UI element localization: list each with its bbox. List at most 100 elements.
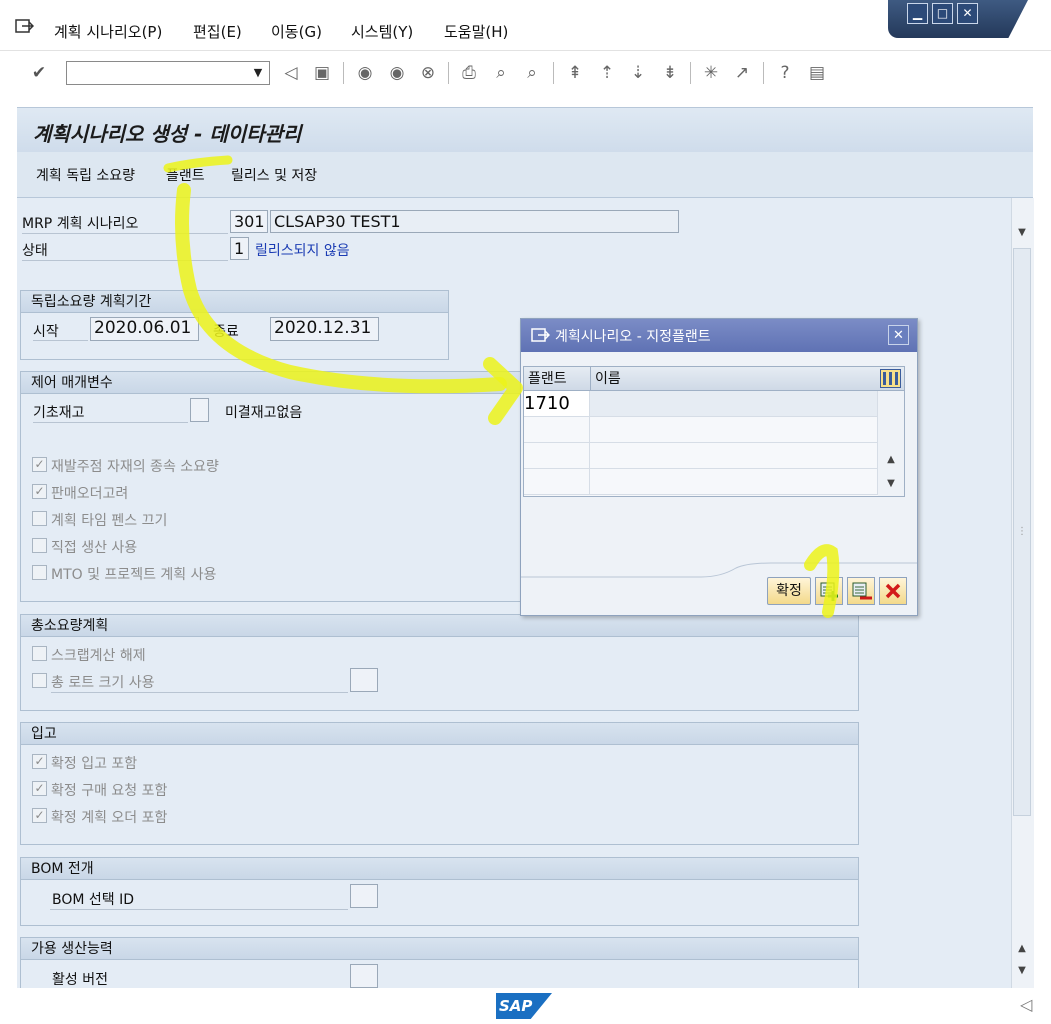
layout-menu-icon[interactable]: ▤ [806,62,828,84]
table-cell-name [590,391,878,417]
basic-stock-label: 기초재고 [33,405,85,421]
close-window-icon[interactable]: ✕ [957,3,978,24]
checkbox-time-fence-off[interactable] [32,511,47,526]
checkbox-label: 확정 구매 요청 포함 [51,783,168,799]
label-underline [33,422,188,423]
save-icon[interactable]: ▣ [311,62,333,84]
new-session-icon[interactable]: ✳ [700,62,722,84]
first-page-icon[interactable]: ⇞ [564,62,586,84]
menu-item-help[interactable]: 도움말(H) [444,21,508,42]
scenario-label: MRP 계획 시나리오 [22,216,139,232]
gross-requirements-group: 총소요량계획 [20,614,859,711]
add-entry-button[interactable] [815,577,843,605]
command-field[interactable] [66,61,270,85]
add-row-icon [820,582,838,601]
maximize-icon[interactable]: □ [932,3,953,24]
previous-page-icon[interactable]: ⇡ [596,62,618,84]
toolbar-separator [343,62,344,84]
checkbox-firm-purchase-requisitions[interactable]: ✓ [32,781,47,796]
toolbar-separator [448,62,449,84]
dialog-exit-icon [531,328,550,342]
checkbox-direct-production[interactable] [32,538,47,553]
menu-item-system[interactable]: 시스템(Y) [351,21,413,42]
checkbox-label: 판매오더고려 [51,486,129,502]
back-arrow-icon[interactable]: ◁ [280,62,302,84]
table-scroll-up-icon[interactable]: ▲ [882,452,900,468]
last-page-icon[interactable]: ⇟ [659,62,681,84]
active-version-field[interactable] [350,964,378,988]
table-cell-plant[interactable] [524,443,590,469]
label-underline [51,692,348,693]
scenario-id-field[interactable]: 301 [230,210,268,233]
checkbox-gross-lot-size[interactable] [32,673,47,688]
find-next-icon[interactable]: ⌕ [521,62,543,84]
tab-release-and-save[interactable]: 릴리스 및 저장 [231,165,317,185]
status-code-field: 1 [230,237,249,260]
scroll-down-icon[interactable]: ▼ [1013,963,1031,979]
cancel-icon[interactable]: ⊗ [417,62,439,84]
delete-row-icon [852,582,872,600]
help-icon[interactable]: ? [774,62,796,84]
checkbox-sales-order[interactable]: ✓ [32,484,47,499]
checkbox-reorder-dependent[interactable]: ✓ [32,457,47,472]
tab-independent-requirements[interactable]: 계획 독립 소요량 [36,165,135,185]
table-cell-plant[interactable] [524,469,590,495]
find-icon[interactable]: ⌕ [490,62,512,84]
gross-lot-size-field[interactable] [350,668,378,692]
checkbox-label: 재발주점 자재의 종속 소요량 [51,459,219,475]
table-scroll-down-icon[interactable]: ▼ [882,476,900,492]
next-page-icon[interactable]: ⇣ [627,62,649,84]
checkbox-label: 확정 입고 포함 [51,756,138,772]
start-label: 시작 [33,324,59,340]
scroll-page-up-icon[interactable]: ▲ [1013,941,1031,957]
group-header: 가용 생산능력 [21,938,858,960]
bom-explosion-group: BOM 전개 [20,857,859,926]
end-date-field[interactable]: 2020.12.31 [270,317,379,341]
menu-item-scenario[interactable]: 계획 시나리오(P) [54,21,162,42]
exit-icon[interactable]: ◉ [386,62,408,84]
checkbox-label: 스크랩계산 해제 [51,648,146,664]
menu-exit-icon[interactable] [14,17,34,35]
checkbox-scrap-calculation[interactable] [32,646,47,661]
start-date-field[interactable]: 2020.06.01 [90,317,199,341]
status-bar-collapse-icon[interactable]: ◁ [1020,995,1032,1014]
delete-entry-button[interactable] [847,577,875,605]
table-cell-name [590,443,878,469]
label-underline [22,260,228,261]
table-cell-plant[interactable] [524,417,590,443]
column-header-plant[interactable]: 플랜트 [524,367,590,391]
checkbox-firm-receipts[interactable]: ✓ [32,754,47,769]
page-title: 계획시나리오 생성 - 데이타관리 [33,122,302,146]
end-label: 종료 [213,324,239,340]
minimize-icon[interactable]: ▁ [907,3,928,24]
menu-item-goto[interactable]: 이동(G) [271,21,322,42]
menu-item-edit[interactable]: 편집(E) [193,21,242,42]
enter-check-icon[interactable]: ✔ [28,62,50,84]
table-cell-plant[interactable]: 1710 [524,391,590,417]
tab-plants[interactable]: 플랜트 [166,165,205,185]
table-cell-name [590,417,878,443]
column-settings-icon[interactable] [880,369,901,388]
dialog-close-icon[interactable]: ✕ [888,325,909,345]
active-version-label: 활성 버전 [52,972,108,988]
cancel-button[interactable] [879,577,907,605]
back-icon[interactable]: ◉ [354,62,376,84]
print-icon[interactable]: ⎙ [458,62,480,84]
column-header-name[interactable]: 이름 [590,367,878,391]
toolbar-separator [690,62,691,84]
checkbox-label: 계획 타임 펜스 끄기 [51,513,168,529]
scroll-up-icon[interactable]: ▼ [1013,225,1031,241]
basic-stock-field[interactable] [190,398,209,422]
checkbox-mto-project[interactable] [32,565,47,580]
confirm-button[interactable]: 확정 [767,577,811,605]
label-underline [33,340,88,341]
dialog-title: 계획시나리오 - 지정플랜트 [555,329,711,345]
checkbox-firm-planned-orders[interactable]: ✓ [32,808,47,823]
checkbox-label: MTO 및 프로젝트 계획 사용 [51,567,217,583]
label-underline [50,909,348,910]
shortcut-icon[interactable]: ↗ [731,62,753,84]
scenario-name-field[interactable]: CLSAP30 TEST1 [270,210,679,233]
checkbox-label: 총 로트 크기 사용 [51,675,155,691]
bom-selection-id-field[interactable] [350,884,378,908]
command-dropdown-icon[interactable]: ▼ [248,62,268,84]
